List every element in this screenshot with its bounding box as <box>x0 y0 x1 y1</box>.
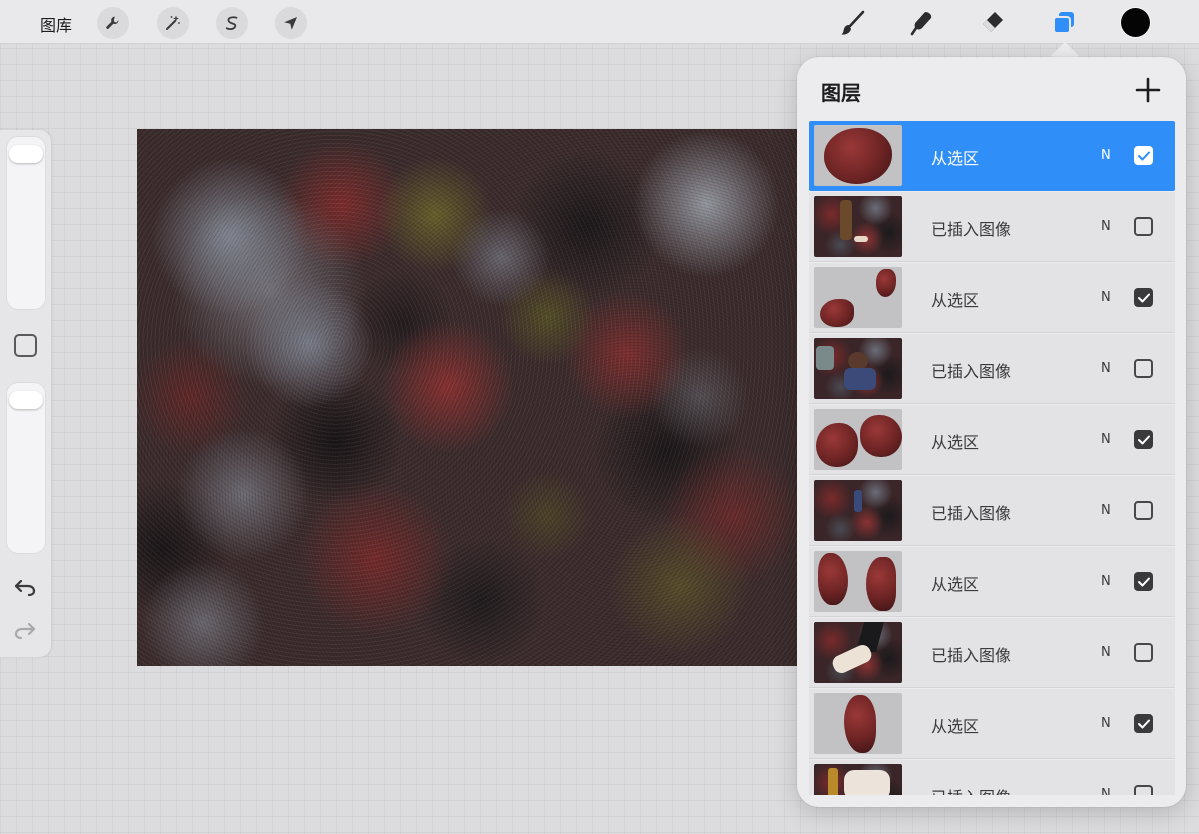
layer-visibility-checkbox[interactable] <box>1134 714 1153 733</box>
layer-visibility-checkbox[interactable] <box>1134 217 1153 236</box>
magic-wand-icon <box>166 15 180 30</box>
layer-row[interactable]: 从选区 N <box>809 121 1175 191</box>
layer-name: 从选区 <box>931 717 980 736</box>
layer-thumbnail <box>814 764 902 795</box>
layer-name: 已插入图像 <box>931 646 1012 665</box>
blend-mode-button[interactable]: N <box>1101 574 1111 589</box>
layer-row[interactable]: 已插入图像 N <box>809 760 1175 795</box>
layer-row[interactable]: 已插入图像 N <box>809 618 1175 688</box>
layer-thumbnail <box>814 409 902 470</box>
gallery-button[interactable]: 图库 <box>40 12 72 36</box>
layer-row[interactable]: 已插入图像 N <box>809 334 1175 404</box>
brush-tool-button[interactable] <box>836 6 870 40</box>
layer-row[interactable]: 从选区 N <box>809 263 1175 333</box>
layer-row[interactable]: 从选区 N <box>809 405 1175 475</box>
undo-button[interactable] <box>12 577 38 599</box>
selection-button[interactable] <box>216 7 248 39</box>
brush-size-handle[interactable] <box>9 145 43 163</box>
brush-size-slider[interactable] <box>6 136 46 310</box>
drawing-canvas[interactable] <box>137 129 799 666</box>
brush-icon <box>841 10 865 35</box>
layer-thumbnail <box>814 622 902 683</box>
layer-name: 已插入图像 <box>931 220 1012 239</box>
checkmark-icon <box>1137 577 1150 586</box>
adjustments-button[interactable] <box>157 7 189 39</box>
layer-name: 已插入图像 <box>931 362 1012 381</box>
modify-square-icon[interactable] <box>14 334 37 357</box>
layer-visibility-checkbox[interactable] <box>1134 430 1153 449</box>
layer-visibility-checkbox[interactable] <box>1134 785 1153 795</box>
blend-mode-button[interactable]: N <box>1101 503 1111 518</box>
layer-name: 从选区 <box>931 149 980 168</box>
smudge-tool-button[interactable] <box>905 6 939 40</box>
layer-visibility-checkbox[interactable] <box>1134 146 1153 165</box>
checkmark-icon <box>1137 151 1150 160</box>
blend-mode-button[interactable]: N <box>1101 645 1111 660</box>
layer-thumbnail <box>814 125 902 186</box>
layer-thumbnail <box>814 338 902 399</box>
blend-mode-button[interactable]: N <box>1101 290 1111 305</box>
opacity-slider[interactable] <box>6 382 46 554</box>
layers-tool-button[interactable] <box>1047 6 1081 40</box>
left-sidebar <box>0 130 51 657</box>
arrow-cursor-icon <box>284 17 297 30</box>
checkmark-icon <box>1137 293 1150 302</box>
layer-row[interactable]: 从选区 N <box>809 547 1175 617</box>
layer-visibility-checkbox[interactable] <box>1134 501 1153 520</box>
layer-thumbnail <box>814 480 902 541</box>
layer-row[interactable]: 已插入图像 N <box>809 192 1175 262</box>
layers-panel-title: 图层 <box>821 81 861 105</box>
layer-name: 已插入图像 <box>931 784 1011 795</box>
eraser-icon <box>983 12 1003 32</box>
layer-visibility-checkbox[interactable] <box>1134 572 1153 591</box>
layer-row[interactable]: 已插入图像 N <box>809 476 1175 546</box>
opacity-handle[interactable] <box>9 391 43 409</box>
redo-button[interactable] <box>12 620 38 642</box>
redo-icon <box>14 622 36 640</box>
checkmark-icon <box>1137 435 1150 444</box>
layer-thumbnail <box>814 267 902 328</box>
top-toolbar: 图库 <box>0 0 1199 44</box>
eraser-tool-button[interactable] <box>975 6 1009 40</box>
layer-name: 从选区 <box>931 291 980 310</box>
layer-visibility-checkbox[interactable] <box>1134 359 1153 378</box>
selection-s-icon <box>225 16 238 31</box>
undo-icon <box>14 579 36 597</box>
blend-mode-button[interactable]: N <box>1101 787 1111 795</box>
plus-icon[interactable] <box>1133 75 1163 105</box>
layers-icon <box>1053 12 1074 34</box>
smudge-icon <box>910 12 932 36</box>
layer-thumbnail <box>814 551 902 612</box>
wrench-icon <box>106 16 119 29</box>
checkmark-icon <box>1137 719 1150 728</box>
layers-panel: 图层 从选区 N 已插入图像 N 从选区 N 已插入图像 N 从选区 N 已插入… <box>797 57 1186 807</box>
layer-name: 从选区 <box>931 433 980 452</box>
blend-mode-button[interactable]: N <box>1101 148 1111 163</box>
blend-mode-button[interactable]: N <box>1101 219 1111 234</box>
color-picker-button[interactable] <box>1121 8 1150 37</box>
blend-mode-button[interactable]: N <box>1101 432 1111 447</box>
layer-row[interactable]: 从选区 N <box>809 689 1175 759</box>
layer-name: 已插入图像 <box>931 504 1012 523</box>
transform-button[interactable] <box>275 7 307 39</box>
layer-visibility-checkbox[interactable] <box>1134 643 1153 662</box>
layer-list: 从选区 N 已插入图像 N 从选区 N 已插入图像 N 从选区 N 已插入图像 … <box>809 121 1175 795</box>
blend-mode-button[interactable]: N <box>1101 716 1111 731</box>
actions-button[interactable] <box>97 7 129 39</box>
layer-thumbnail <box>814 196 902 257</box>
layer-thumbnail <box>814 693 902 754</box>
layer-name: 从选区 <box>931 575 980 594</box>
blend-mode-button[interactable]: N <box>1101 361 1111 376</box>
layer-visibility-checkbox[interactable] <box>1134 288 1153 307</box>
